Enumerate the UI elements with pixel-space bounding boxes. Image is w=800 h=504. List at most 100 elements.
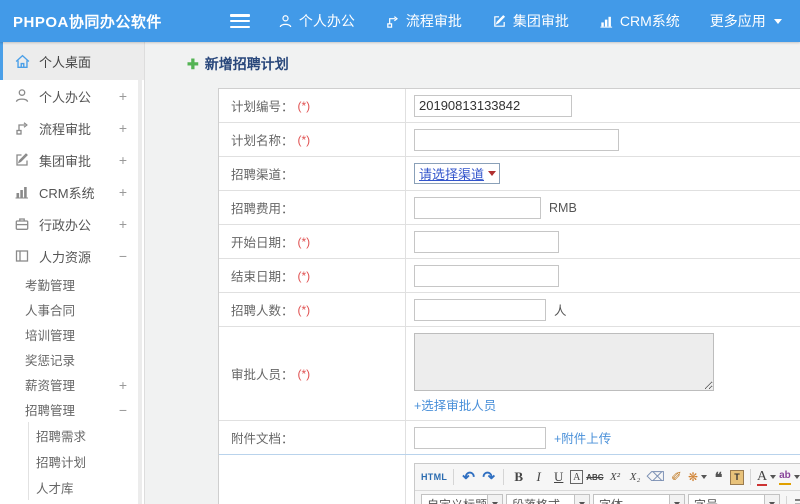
font-color-button[interactable]: A [757, 467, 777, 487]
paragraph-format-select[interactable]: 段落格式 [506, 493, 590, 504]
eraser-button[interactable]: ⌫ [647, 467, 665, 487]
edit-icon [492, 14, 507, 29]
sidebar-item-human-resources[interactable]: 人力资源 − [0, 240, 144, 272]
sidebar-item-group-approval[interactable]: 集团审批 + [0, 144, 144, 176]
sidebar: 个人桌面 个人办公 + 流程审批 + 集团审批 + CRM系统 + 行政办公 + [0, 42, 145, 504]
form-row-editor: HTML ↶ ↷ B I U A ABC X² X₂ ⌫ ✐ ❋ ❝ T A a… [219, 454, 800, 504]
source-code-button[interactable]: HTML [421, 467, 447, 487]
editor-toolbar-row1: HTML ↶ ↷ B I U A ABC X² X₂ ⌫ ✐ ❋ ❝ T A a… [415, 464, 800, 491]
form-row-cost: 招聘费用： RMB [219, 191, 800, 225]
form-row-headcount: 招聘人数： (*) 人 [219, 293, 800, 327]
expand-toggle[interactable]: + [118, 184, 128, 200]
form-row-plan-name: 计划名称： (*) [219, 123, 800, 157]
paste-plain-button[interactable]: T [730, 469, 744, 485]
headcount-suffix: 人 [554, 304, 567, 318]
sidebar-item-personal-office[interactable]: 个人办公 + [0, 80, 144, 112]
custom-title-select[interactable]: 自定义标题 [421, 493, 503, 504]
expand-toggle[interactable]: + [118, 216, 128, 232]
expand-toggle[interactable]: + [118, 152, 128, 168]
sidebar-item-recruitment-needs[interactable]: 招聘需求 [0, 422, 144, 448]
collapse-toggle[interactable]: − [118, 402, 128, 418]
sidebar-item-training-mgmt[interactable]: 培训管理 [0, 322, 144, 347]
font-size-select[interactable]: 字号 [688, 493, 780, 504]
sidebar-item-recruitment-plan[interactable]: 招聘计划 [0, 448, 144, 474]
briefcase-icon [14, 216, 31, 233]
approvers-textarea[interactable] [414, 333, 714, 391]
caret-down-icon [793, 475, 800, 479]
topnav-personal-office[interactable]: 个人办公 [278, 11, 355, 31]
topnav-group-approval[interactable]: 集团审批 [492, 11, 569, 31]
subscript-button[interactable]: X₂ [627, 467, 644, 487]
align-left-button[interactable] [793, 494, 800, 504]
end-date-input[interactable] [414, 264, 559, 287]
auto-format-button[interactable]: ❋ [688, 467, 707, 487]
sidebar-item-hr-contracts[interactable]: 人事合同 [0, 297, 144, 322]
toolbar-separator [453, 469, 455, 485]
attachment-upload-link[interactable]: +附件上传 [554, 428, 611, 447]
caret-down-icon [773, 18, 782, 24]
currency-suffix: RMB [549, 200, 577, 215]
book-icon [14, 248, 31, 265]
cost-input[interactable] [414, 196, 541, 219]
hamburger-menu-icon[interactable] [229, 14, 250, 28]
caret-down-icon [701, 475, 707, 479]
redo-button[interactable]: ↷ [480, 467, 497, 487]
sidebar-item-reward-records[interactable]: 奖惩记录 [0, 347, 144, 372]
undo-button[interactable]: ↶ [460, 467, 477, 487]
bar-chart-icon [14, 184, 31, 201]
plan-name-input[interactable] [414, 128, 619, 151]
topnav-workflow-approval[interactable]: 流程审批 [385, 11, 462, 31]
caret-down-icon [669, 494, 684, 504]
highlight-color-button[interactable]: ab [779, 467, 800, 487]
caret-down-icon [770, 475, 777, 479]
recruitment-plan-form: 计划编号：(*) 计划名称：(*) 招聘渠道： 请选择渠道 招聘费用： [218, 88, 800, 504]
sidebar-item-recruitment-mgmt[interactable]: 招聘管理 − [0, 397, 144, 422]
align-left-icon [795, 498, 800, 504]
form-row-approvers: 审批人员： (*) +选择审批人员 [219, 327, 800, 421]
toolbar-separator [786, 496, 787, 504]
headcount-input[interactable] [414, 298, 546, 321]
sidebar-item-crm-system[interactable]: CRM系统 + [0, 176, 144, 208]
blockquote-button[interactable]: ❝ [710, 467, 727, 487]
sidebar-item-salary-mgmt[interactable]: 薪资管理 + [0, 372, 144, 397]
italic-button[interactable]: I [530, 467, 547, 487]
expand-toggle[interactable]: + [118, 377, 128, 393]
sidebar-item-talent-pool[interactable]: 人才库 [0, 474, 144, 500]
form-row-plan-number: 计划编号： (*) [219, 89, 800, 123]
channel-select[interactable]: 请选择渠道 [414, 163, 501, 184]
rich-text-editor: HTML ↶ ↷ B I U A ABC X² X₂ ⌫ ✐ ❋ ❝ T A a… [414, 463, 800, 504]
expand-toggle[interactable]: + [118, 88, 128, 104]
form-row-end-date: 结束日期： (*) [219, 259, 800, 293]
page-title: ✚ 新增招聘计划 [187, 55, 289, 73]
form-row-attachment: 附件文档： +附件上传 [219, 421, 800, 455]
form-row-start-date: 开始日期： (*) [219, 225, 800, 259]
sidebar-item-admin-office[interactable]: 行政办公 + [0, 208, 144, 240]
sidebar-item-attendance-mgmt[interactable]: 考勤管理 [0, 272, 144, 297]
topnav-more-apps[interactable]: 更多应用 [710, 11, 782, 31]
select-approvers-link[interactable]: +选择审批人员 [414, 395, 496, 414]
app-header: PHPOA协同办公软件 个人办公 流程审批 集团审批 CRM系统 更多应用 [0, 0, 800, 42]
sidebar-item-personal-desktop[interactable]: 个人桌面 [0, 42, 144, 80]
collapse-toggle[interactable]: − [118, 248, 128, 264]
toolbar-separator [503, 469, 505, 485]
expand-toggle[interactable]: + [118, 120, 128, 136]
font-family-select[interactable]: 字体 [593, 493, 685, 504]
user-icon [14, 88, 31, 105]
user-icon [278, 14, 293, 29]
autotypeset-button[interactable]: A [570, 470, 584, 484]
bold-button[interactable]: B [510, 467, 527, 487]
start-date-input[interactable] [414, 230, 559, 253]
underline-button[interactable]: U [550, 467, 567, 487]
strikethrough-button[interactable]: ABC [586, 467, 603, 487]
format-brush-button[interactable]: ✐ [668, 467, 685, 487]
sidebar-item-workflow-approval[interactable]: 流程审批 + [0, 112, 144, 144]
workflow-icon [385, 14, 400, 29]
topnav-crm-system[interactable]: CRM系统 [599, 11, 680, 31]
caret-down-icon [487, 494, 502, 504]
editor-toolbar-row2: 自定义标题 段落格式 字体 字号 ∞ ∞ [415, 491, 800, 504]
superscript-button[interactable]: X² [607, 467, 624, 487]
caret-down-icon [574, 494, 589, 504]
attachment-input[interactable] [414, 426, 546, 449]
plan-number-input[interactable] [414, 94, 572, 117]
workflow-icon [14, 120, 31, 137]
